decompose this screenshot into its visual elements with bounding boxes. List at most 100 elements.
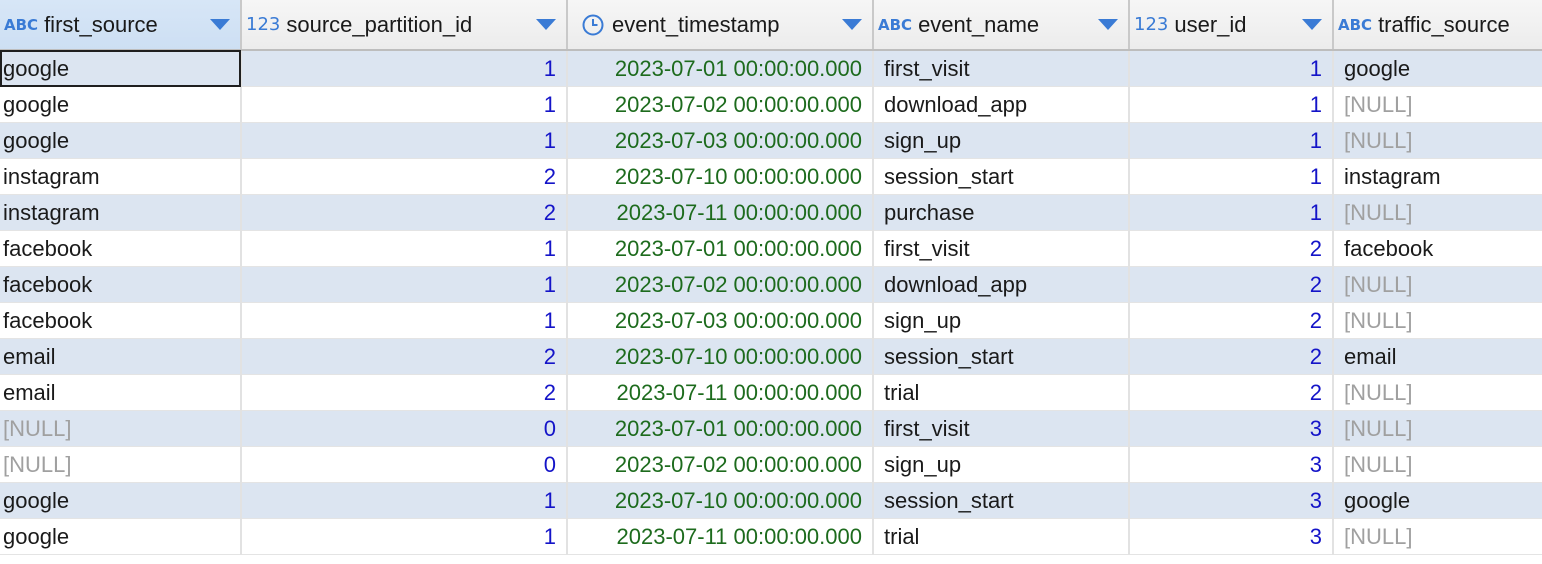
column-header-source-partition-id[interactable]: 123 source_partition_id xyxy=(241,0,568,51)
cell-event-name[interactable]: trial xyxy=(873,374,1130,411)
cell-event-timestamp[interactable]: 2023-07-03 00:00:00.000 xyxy=(567,122,874,159)
cell-user-id[interactable]: 3 xyxy=(1129,518,1334,555)
cell-first-source[interactable]: facebook xyxy=(0,302,242,339)
sort-arrow-icon[interactable] xyxy=(1098,19,1118,30)
cell-traffic-source[interactable]: [NULL] xyxy=(1333,446,1542,483)
table-row[interactable]: facebook 1 2023-07-03 00:00:00.000 sign_up 2… xyxy=(0,302,1542,339)
cell-event-timestamp[interactable]: 2023-07-03 00:00:00.000 xyxy=(567,302,874,339)
cell-source-partition-id[interactable]: 1 xyxy=(241,50,568,87)
table-row[interactable]: google 1 2023-07-01 00:00:00.000 first_visi… xyxy=(0,50,1542,87)
cell-user-id[interactable]: 3 xyxy=(1129,446,1334,483)
cell-source-partition-id[interactable]: 1 xyxy=(241,518,568,555)
cell-user-id[interactable]: 1 xyxy=(1129,86,1334,123)
cell-event-timestamp[interactable]: 2023-07-10 00:00:00.000 xyxy=(567,338,874,375)
cell-user-id[interactable]: 2 xyxy=(1129,374,1334,411)
cell-event-timestamp[interactable]: 2023-07-11 00:00:00.000 xyxy=(567,374,874,411)
cell-first-source[interactable]: google xyxy=(0,50,242,87)
column-header-event-timestamp[interactable]: event_timestamp xyxy=(567,0,874,51)
sort-arrow-icon[interactable] xyxy=(210,19,230,30)
cell-user-id[interactable]: 1 xyxy=(1129,158,1334,195)
column-header-user-id[interactable]: 123 user_id xyxy=(1129,0,1334,51)
cell-source-partition-id[interactable]: 1 xyxy=(241,86,568,123)
cell-event-timestamp[interactable]: 2023-07-11 00:00:00.000 xyxy=(567,518,874,555)
cell-user-id[interactable]: 1 xyxy=(1129,122,1334,159)
table-row[interactable]: instagram 2 2023-07-10 00:00:00.000 session… xyxy=(0,158,1542,195)
cell-traffic-source[interactable]: [NULL] xyxy=(1333,86,1542,123)
cell-event-timestamp[interactable]: 2023-07-02 00:00:00.000 xyxy=(567,266,874,303)
cell-event-name[interactable]: first_visit xyxy=(873,230,1130,267)
table-row[interactable]: email 2 2023-07-10 00:00:00.000 session_sta… xyxy=(0,338,1542,375)
cell-source-partition-id[interactable]: 2 xyxy=(241,374,568,411)
cell-first-source[interactable]: facebook xyxy=(0,266,242,303)
table-row[interactable]: google 1 2023-07-10 00:00:00.000 session_st… xyxy=(0,482,1542,519)
cell-event-name[interactable]: download_app xyxy=(873,86,1130,123)
cell-first-source[interactable]: google xyxy=(0,86,242,123)
cell-first-source[interactable]: [NULL] xyxy=(0,410,242,447)
table-row[interactable]: google 1 2023-07-11 00:00:00.000 trial 3 [NUL… xyxy=(0,518,1542,555)
cell-source-partition-id[interactable]: 0 xyxy=(241,446,568,483)
cell-event-timestamp[interactable]: 2023-07-01 00:00:00.000 xyxy=(567,410,874,447)
cell-user-id[interactable]: 1 xyxy=(1129,50,1334,87)
cell-traffic-source[interactable]: [NULL] xyxy=(1333,266,1542,303)
cell-source-partition-id[interactable]: 1 xyxy=(241,122,568,159)
cell-traffic-source[interactable]: [NULL] xyxy=(1333,374,1542,411)
cell-user-id[interactable]: 3 xyxy=(1129,482,1334,519)
cell-source-partition-id[interactable]: 1 xyxy=(241,482,568,519)
table-row[interactable]: facebook 1 2023-07-01 00:00:00.000 first_vi… xyxy=(0,230,1542,267)
cell-traffic-source[interactable]: [NULL] xyxy=(1333,518,1542,555)
cell-first-source[interactable]: google xyxy=(0,518,242,555)
cell-event-name[interactable]: purchase xyxy=(873,194,1130,231)
column-header-first-source[interactable]: ABC first_source xyxy=(0,0,242,51)
cell-traffic-source[interactable]: [NULL] xyxy=(1333,122,1542,159)
sort-arrow-icon[interactable] xyxy=(842,19,862,30)
cell-event-timestamp[interactable]: 2023-07-01 00:00:00.000 xyxy=(567,50,874,87)
cell-event-name[interactable]: session_start xyxy=(873,158,1130,195)
cell-event-name[interactable]: sign_up xyxy=(873,122,1130,159)
table-row[interactable]: [NULL] 0 2023-07-01 00:00:00.000 first_visi… xyxy=(0,410,1542,447)
cell-user-id[interactable]: 2 xyxy=(1129,338,1334,375)
cell-traffic-source[interactable]: [NULL] xyxy=(1333,410,1542,447)
cell-event-name[interactable]: session_start xyxy=(873,482,1130,519)
cell-traffic-source[interactable]: [NULL] xyxy=(1333,302,1542,339)
column-header-traffic-source[interactable]: ABC traffic_source xyxy=(1333,0,1542,51)
cell-first-source[interactable]: facebook xyxy=(0,230,242,267)
cell-user-id[interactable]: 2 xyxy=(1129,230,1334,267)
cell-first-source[interactable]: google xyxy=(0,122,242,159)
table-row[interactable]: instagram 2 2023-07-11 00:00:00.000 purchas… xyxy=(0,194,1542,231)
cell-event-name[interactable]: sign_up xyxy=(873,446,1130,483)
cell-event-name[interactable]: first_visit xyxy=(873,410,1130,447)
cell-source-partition-id[interactable]: 2 xyxy=(241,158,568,195)
cell-traffic-source[interactable]: email xyxy=(1333,338,1542,375)
cell-user-id[interactable]: 3 xyxy=(1129,410,1334,447)
cell-source-partition-id[interactable]: 0 xyxy=(241,410,568,447)
cell-traffic-source[interactable]: google xyxy=(1333,50,1542,87)
cell-source-partition-id[interactable]: 1 xyxy=(241,302,568,339)
cell-event-name[interactable]: download_app xyxy=(873,266,1130,303)
cell-source-partition-id[interactable]: 2 xyxy=(241,194,568,231)
cell-traffic-source[interactable]: google xyxy=(1333,482,1542,519)
cell-source-partition-id[interactable]: 1 xyxy=(241,230,568,267)
cell-user-id[interactable]: 1 xyxy=(1129,194,1334,231)
cell-first-source[interactable]: instagram xyxy=(0,158,242,195)
cell-traffic-source[interactable]: instagram xyxy=(1333,158,1542,195)
sort-arrow-icon[interactable] xyxy=(1302,19,1322,30)
cell-event-name[interactable]: session_start xyxy=(873,338,1130,375)
cell-user-id[interactable]: 2 xyxy=(1129,266,1334,303)
sort-arrow-icon[interactable] xyxy=(536,19,556,30)
table-row[interactable]: google 1 2023-07-02 00:00:00.000 download_a… xyxy=(0,86,1542,123)
cell-event-name[interactable]: sign_up xyxy=(873,302,1130,339)
cell-event-timestamp[interactable]: 2023-07-11 00:00:00.000 xyxy=(567,194,874,231)
cell-event-name[interactable]: trial xyxy=(873,518,1130,555)
table-row[interactable]: google 1 2023-07-03 00:00:00.000 sign_up 1 [N… xyxy=(0,122,1542,159)
cell-first-source[interactable]: email xyxy=(0,374,242,411)
table-row[interactable]: email 2 2023-07-11 00:00:00.000 trial 2 [NULL… xyxy=(0,374,1542,411)
cell-event-timestamp[interactable]: 2023-07-10 00:00:00.000 xyxy=(567,158,874,195)
cell-source-partition-id[interactable]: 2 xyxy=(241,338,568,375)
cell-event-timestamp[interactable]: 2023-07-02 00:00:00.000 xyxy=(567,446,874,483)
column-header-event-name[interactable]: ABC event_name xyxy=(873,0,1130,51)
table-row[interactable]: [NULL] 0 2023-07-02 00:00:00.000 sign_up 3 [N… xyxy=(0,446,1542,483)
cell-user-id[interactable]: 2 xyxy=(1129,302,1334,339)
cell-traffic-source[interactable]: [NULL] xyxy=(1333,194,1542,231)
table-row[interactable]: facebook 1 2023-07-02 00:00:00.000 download… xyxy=(0,266,1542,303)
cell-first-source[interactable]: google xyxy=(0,482,242,519)
